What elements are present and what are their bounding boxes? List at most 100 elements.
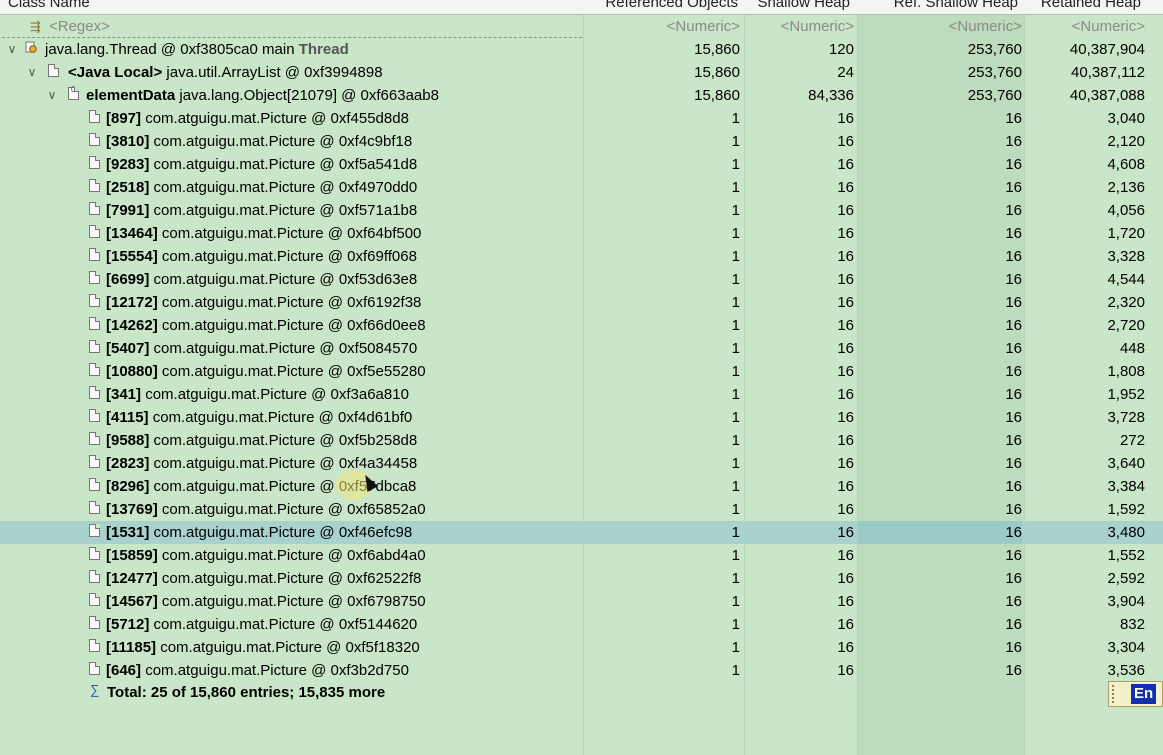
filter-row: ⇶ <Regex> <Numeric> <Numeric> <Numeric> … <box>0 15 1163 38</box>
retained-heap-cell: 3,040 <box>1107 110 1145 127</box>
ref-shallow-heap-cell: 16 <box>1005 593 1022 610</box>
ref-shallow-heap-cell: 253,760 <box>967 64 1022 81</box>
ref-shallow-heap-cell: 16 <box>1005 432 1022 449</box>
ref-shallow-heap-cell: 16 <box>1005 294 1022 311</box>
table-row[interactable]: [15554] com.atguigu.mat.Picture @ 0xf69f… <box>0 245 1163 268</box>
java-local-label: <Java Local> java.util.ArrayList @ 0xf39… <box>68 64 383 81</box>
header-ref-shallow-heap[interactable]: Ref. Shallow Heap <box>894 0 1018 13</box>
table-row[interactable]: [6699] com.atguigu.mat.Picture @ 0xf53d6… <box>0 268 1163 291</box>
retained-heap-cell: 2,320 <box>1107 294 1145 311</box>
header-referenced-objects[interactable]: Referenced Objects <box>605 0 738 13</box>
table-row[interactable]: [13769] com.atguigu.mat.Picture @ 0xf658… <box>0 498 1163 521</box>
object-icon <box>48 64 59 77</box>
object-name: com.atguigu.mat.Picture @ 0xf6192f38 <box>157 294 422 311</box>
table-row[interactable]: [14567] com.atguigu.mat.Picture @ 0xf679… <box>0 590 1163 613</box>
ref-shallow-heap-cell: 16 <box>1005 202 1022 219</box>
referenced-objects-cell: 1 <box>731 524 740 541</box>
object-label: [7991] com.atguigu.mat.Picture @ 0xf571a… <box>106 199 417 222</box>
shallow-filter-input[interactable]: <Numeric> <box>745 15 854 38</box>
object-name: com.atguigu.mat.Picture @ 0xf571a1b8 <box>149 202 418 219</box>
table-row[interactable]: [10880] com.atguigu.mat.Picture @ 0xf5e5… <box>0 360 1163 383</box>
array-index: [2823] <box>106 455 150 472</box>
object-name: com.atguigu.mat.Picture @ 0xf5a541d8 <box>149 156 418 173</box>
tree-row-element-data[interactable]: ∨ elementData java.lang.Object[21079] @ … <box>0 84 1163 107</box>
tree-row-java-local[interactable]: ∨ <Java Local> java.util.ArrayList @ 0xf… <box>0 61 1163 84</box>
ref-shallow-heap-cell: 16 <box>1005 616 1022 633</box>
object-icon <box>89 386 100 399</box>
shallow-heap-cell: 16 <box>837 340 854 357</box>
table-row[interactable]: [15859] com.atguigu.mat.Picture @ 0xf6ab… <box>0 544 1163 567</box>
array-index: [2518] <box>106 179 150 196</box>
table-row[interactable]: [5712] com.atguigu.mat.Picture @ 0xf5144… <box>0 613 1163 636</box>
object-icon <box>89 110 100 123</box>
referenced-objects-cell: 1 <box>731 432 740 449</box>
ref-shallow-heap-cell: 16 <box>1005 225 1022 242</box>
table-row[interactable]: [646] com.atguigu.mat.Picture @ 0xf3b2d7… <box>0 659 1163 682</box>
referenced-objects-cell: 1 <box>731 271 740 288</box>
table-row[interactable]: [4115] com.atguigu.mat.Picture @ 0xf4d61… <box>0 406 1163 429</box>
header-class-name[interactable]: Class Name <box>8 0 90 13</box>
table-row[interactable]: [12172] com.atguigu.mat.Picture @ 0xf619… <box>0 291 1163 314</box>
object-name: com.atguigu.mat.Picture @ 0xf46efc98 <box>149 524 413 541</box>
object-label: [9283] com.atguigu.mat.Picture @ 0xf5a54… <box>106 153 417 176</box>
name-filter-input[interactable]: <Regex> <box>0 15 583 38</box>
table-row[interactable]: [13464] com.atguigu.mat.Picture @ 0xf64b… <box>0 222 1163 245</box>
array-index: [1531] <box>106 524 150 541</box>
object-icon <box>89 317 100 330</box>
object-icon <box>89 409 100 422</box>
table-row[interactable]: [9283] com.atguigu.mat.Picture @ 0xf5a54… <box>0 153 1163 176</box>
shallow-heap-cell: 16 <box>837 639 854 656</box>
array-index: [9588] <box>106 432 150 449</box>
object-label: [6699] com.atguigu.mat.Picture @ 0xf53d6… <box>106 268 417 291</box>
table-row[interactable]: [11185] com.atguigu.mat.Picture @ 0xf5f1… <box>0 636 1163 659</box>
object-name: com.atguigu.mat.Picture @ 0xf5144620 <box>149 616 418 633</box>
chevron-down-icon[interactable]: ∨ <box>5 38 19 61</box>
table-row[interactable]: [2823] com.atguigu.mat.Picture @ 0xf4a34… <box>0 452 1163 475</box>
object-name: com.atguigu.mat.Picture @ 0xf5f18320 <box>156 639 420 656</box>
table-row[interactable]: [2518] com.atguigu.mat.Picture @ 0xf4970… <box>0 176 1163 199</box>
referenced-objects-cell: 1 <box>731 133 740 150</box>
referenced-objects-cell: 1 <box>731 593 740 610</box>
object-icon <box>89 225 100 238</box>
object-icon <box>89 662 100 675</box>
referenced-objects-cell: 15,860 <box>694 64 740 81</box>
array-index: [10880] <box>106 363 158 380</box>
retained-heap-cell: 3,640 <box>1107 455 1145 472</box>
array-index: [5407] <box>106 340 150 357</box>
retained-heap-cell: 3,728 <box>1107 409 1145 426</box>
ref-shallow-heap-cell: 253,760 <box>967 87 1022 104</box>
referenced-objects-cell: 1 <box>731 294 740 311</box>
table-row[interactable]: [8296] com.atguigu.mat.Picture @ 0xf57db… <box>0 475 1163 498</box>
table-row[interactable]: [5407] com.atguigu.mat.Picture @ 0xf5084… <box>0 337 1163 360</box>
retained-heap-cell: 1,552 <box>1107 547 1145 564</box>
header-retained-heap[interactable]: Retained Heap <box>1041 0 1141 13</box>
retained-heap-cell: 2,120 <box>1107 133 1145 150</box>
table-row[interactable]: [1531] com.atguigu.mat.Picture @ 0xf46ef… <box>0 521 1163 544</box>
ref-shallow-heap-cell: 16 <box>1005 409 1022 426</box>
retained-heap-cell: 1,592 <box>1107 501 1145 518</box>
table-row[interactable]: [14262] com.atguigu.mat.Picture @ 0xf66d… <box>0 314 1163 337</box>
table-row[interactable]: [12477] com.atguigu.mat.Picture @ 0xf625… <box>0 567 1163 590</box>
shallow-heap-cell: 16 <box>837 455 854 472</box>
tree-row-thread[interactable]: ∨ java.lang.Thread @ 0xf3805ca0 main Thr… <box>0 38 1163 61</box>
header-shallow-heap[interactable]: Shallow Heap <box>757 0 850 13</box>
object-icon <box>89 133 100 146</box>
chevron-down-icon[interactable]: ∨ <box>45 84 59 107</box>
referenced-objects-cell: 1 <box>731 248 740 265</box>
retained-heap-cell: 3,384 <box>1107 478 1145 495</box>
table-row[interactable]: [341] com.atguigu.mat.Picture @ 0xf3a6a8… <box>0 383 1163 406</box>
table-row[interactable]: [897] com.atguigu.mat.Picture @ 0xf455d8… <box>0 107 1163 130</box>
shallow-heap-cell: 16 <box>837 662 854 679</box>
table-row[interactable]: [3810] com.atguigu.mat.Picture @ 0xf4c9b… <box>0 130 1163 153</box>
ime-indicator[interactable]: En <box>1108 681 1163 707</box>
ref-shallow-filter-input[interactable]: <Numeric> <box>858 15 1022 38</box>
table-row[interactable]: [7991] com.atguigu.mat.Picture @ 0xf571a… <box>0 199 1163 222</box>
retained-filter-input[interactable]: <Numeric> <box>1025 15 1145 38</box>
referenced-filter-input[interactable]: <Numeric> <box>584 15 740 38</box>
total-row[interactable]: ∑ Total: 25 of 15,860 entries; 15,835 mo… <box>0 681 1163 704</box>
object-name: com.atguigu.mat.Picture @ 0xf4970dd0 <box>149 179 418 196</box>
chevron-down-icon[interactable]: ∨ <box>25 61 39 84</box>
retained-heap-cell: 832 <box>1119 616 1145 633</box>
table-row[interactable]: [9588] com.atguigu.mat.Picture @ 0xf5b25… <box>0 429 1163 452</box>
shallow-heap-cell: 16 <box>837 432 854 449</box>
